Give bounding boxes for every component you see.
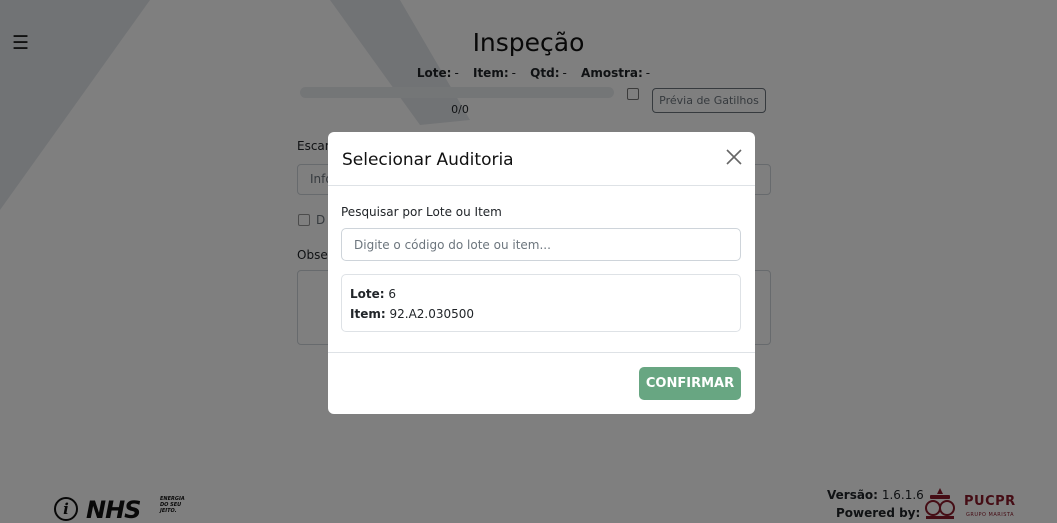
close-icon[interactable] [724, 147, 744, 167]
result-lote-value: 6 [388, 287, 397, 301]
search-input[interactable] [341, 228, 741, 261]
modal-header: Selecionar Auditoria [328, 132, 755, 186]
modal-title: Selecionar Auditoria [342, 150, 514, 170]
select-audit-modal: Selecionar Auditoria Pesquisar por Lote … [328, 132, 755, 414]
result-item-label: Item: [350, 307, 386, 321]
confirm-button[interactable]: CONFIRMAR [639, 367, 741, 400]
audit-result-item[interactable]: Lote: 6 Item: 92.A2.030500 [341, 274, 741, 332]
result-lote: Lote: 6 [350, 284, 732, 304]
result-item: Item: 92.A2.030500 [350, 304, 732, 324]
result-lote-label: Lote: [350, 287, 385, 301]
result-item-value: 92.A2.030500 [389, 307, 475, 321]
search-label: Pesquisar por Lote ou Item [341, 205, 502, 219]
modal-footer: CONFIRMAR [328, 352, 755, 414]
